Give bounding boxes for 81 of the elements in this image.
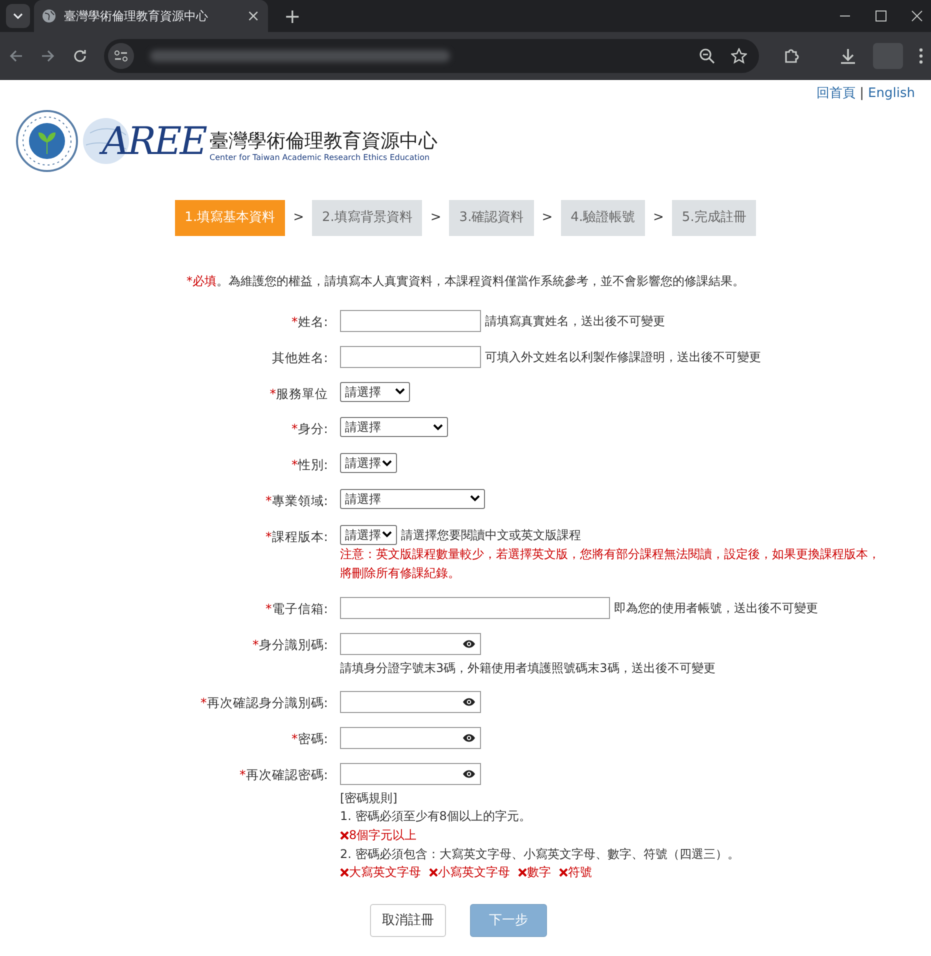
field-label: *電子信箱: — [264, 600, 328, 618]
notice-text: *必填。為維護您的權益，請填寫本人真實資料，本課程資料僅當作系統參考，並不會影響您的修課結果。 — [186, 272, 746, 290]
dropdown-select[interactable]: 請選擇 — [340, 453, 397, 473]
chevron-down-icon — [382, 460, 392, 466]
text-field[interactable] — [340, 596, 610, 619]
step-separator: > — [430, 208, 442, 227]
cross-icon — [340, 830, 349, 840]
rules-title: [密碼規則] — [340, 790, 398, 807]
cross-icon — [429, 868, 438, 878]
chevron-down-icon — [433, 424, 443, 431]
requirement-text: 小寫英文字母 — [438, 864, 510, 882]
chevron-down-icon — [470, 495, 480, 502]
dropdown-select[interactable]: 請選擇 — [340, 417, 448, 438]
tab-title: 臺灣學術倫理教育資源中心 — [64, 8, 209, 25]
field-label: *服務單位 — [268, 384, 328, 402]
field-label: 其他姓名: — [270, 348, 328, 366]
password-field[interactable] — [340, 726, 481, 749]
forward-icon[interactable] — [40, 48, 56, 64]
nav-link[interactable]: 回首頁 — [816, 84, 856, 104]
field-label: *性別: — [290, 456, 328, 474]
cross-icon — [518, 868, 527, 878]
field-hint: 請填身分證字號末3碼，外籍使用者填護照號碼末3碼，送出後不可變更 — [340, 660, 716, 677]
eye-icon[interactable] — [462, 696, 476, 707]
cross-icon — [340, 868, 349, 878]
field-label: *課程版本: — [264, 528, 328, 546]
dropdown-select[interactable]: 請選擇 — [340, 524, 397, 544]
field-label: *密碼: — [290, 730, 328, 748]
field-label: *身分識別碼: — [252, 636, 328, 654]
field-label: *專業領域: — [264, 492, 328, 510]
reload-icon[interactable] — [72, 48, 88, 64]
close-tab-button[interactable]: × — [246, 8, 260, 24]
field-label: *身分: — [290, 420, 328, 438]
link-separator: | — [860, 85, 864, 103]
browser-tab[interactable]: 臺灣學術倫理教育資源中心 × — [34, 0, 268, 32]
cancel-button[interactable]: 取消註冊 — [370, 904, 446, 938]
globe-icon — [42, 9, 56, 23]
ministry-seal-logo — [16, 110, 78, 172]
password-field[interactable] — [340, 632, 481, 655]
text-field[interactable] — [340, 346, 481, 368]
field-label: *再次確認密碼: — [238, 766, 328, 784]
rule-text: 1. 密碼必須至少有8個以上的字元。 — [340, 808, 532, 826]
extensions-icon[interactable] — [783, 47, 801, 65]
more-icon[interactable] — [919, 48, 923, 64]
chevron-down-icon — [382, 531, 392, 538]
requirement-text: 8個字元以上 — [349, 827, 417, 844]
field-label: *再次確認身分識別碼: — [200, 694, 328, 712]
field-hint: 可填入外文姓名以利製作修課證明，送出後不可變更 — [485, 348, 761, 366]
maximize-icon[interactable] — [875, 10, 887, 22]
dropdown-select[interactable]: 請選擇 — [340, 488, 485, 509]
new-tab-button[interactable]: + — [284, 6, 301, 26]
password-field[interactable] — [340, 762, 481, 785]
chevron-down-icon — [395, 388, 405, 395]
tab-search-icon[interactable] — [13, 13, 23, 19]
rule-text: 2. 密碼必須包含：大寫英文字母、小寫英文字母、數字、符號（四選三）。 — [340, 846, 740, 863]
eye-icon[interactable] — [462, 768, 476, 779]
password-field[interactable] — [340, 690, 481, 713]
back-icon[interactable] — [8, 48, 24, 64]
download-icon[interactable] — [839, 47, 857, 65]
dropdown-select[interactable]: 請選擇 — [340, 382, 410, 402]
site-settings-icon[interactable] — [114, 50, 128, 62]
requirement-text: 大寫英文字母 — [349, 864, 421, 882]
step-separator: > — [293, 208, 304, 227]
zoom-icon[interactable] — [699, 48, 715, 64]
field-hint: 請選擇您要閱讀中文或英文版課程 — [401, 526, 581, 544]
requirement-text: 數字 — [527, 864, 551, 882]
warning-text: 注意：英文版課程數量較少，若選擇英文版，您將有部分課程無法閱讀，設定後，如果更換課程版本，將刪除所有修課紀錄。 — [340, 546, 881, 582]
eye-icon[interactable] — [462, 732, 476, 743]
cross-icon — [559, 868, 568, 878]
star-icon[interactable] — [731, 48, 747, 64]
step-separator: > — [653, 208, 664, 227]
eye-icon[interactable] — [462, 638, 476, 649]
site-title: 臺灣學術倫理教育資源中心 — [210, 131, 438, 152]
field-hint: 即為您的使用者帳號，送出後不可變更 — [614, 600, 818, 617]
requirement-text: 符號 — [568, 864, 592, 882]
site-subtitle: Center for Taiwan Academic Research Ethics Education — [210, 152, 431, 164]
field-label: *姓名: — [290, 312, 328, 330]
nav-link[interactable]: English — [868, 84, 915, 104]
text-field[interactable] — [340, 310, 481, 332]
step-separator: > — [542, 208, 553, 227]
close-icon[interactable] — [911, 10, 923, 22]
field-hint: 請填寫真實姓名，送出後不可變更 — [485, 312, 665, 330]
